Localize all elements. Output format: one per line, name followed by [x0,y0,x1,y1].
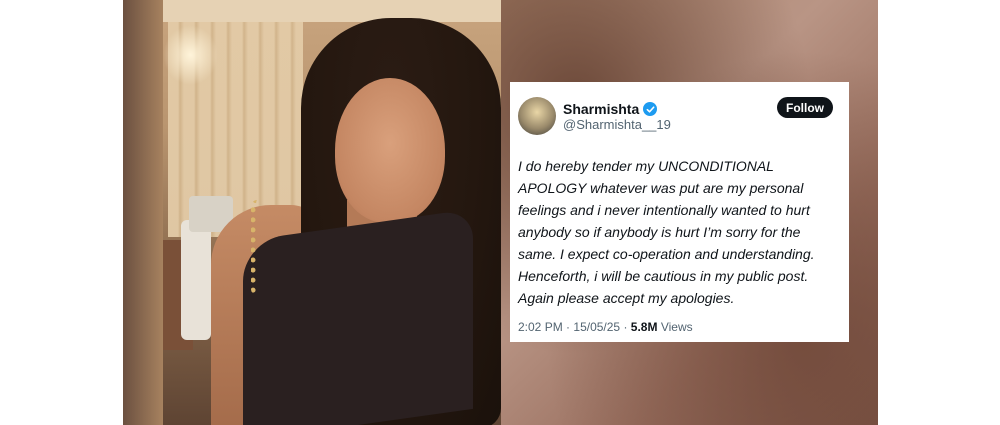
lamp-glow [163,25,218,85]
views-count: 5.8M [630,320,658,334]
author-name-row: Sharmishta [563,99,658,119]
user-handle[interactable]: @Sharmishta__19 [563,117,671,132]
composite-image: Sharmishta @Sharmishta__19 Follow I do h… [123,0,878,425]
tweet-time[interactable]: 2:02 PM [518,320,563,334]
towel [181,220,211,340]
avatar[interactable] [518,97,556,135]
wall-shadow [123,0,163,425]
tweet-text: I do hereby tender my UNCONDITIONAL APOL… [518,158,815,306]
portrait-photo [123,0,501,425]
tweet-card: Sharmishta @Sharmishta__19 Follow I do h… [510,82,849,342]
verified-check-icon [643,102,658,116]
face [335,78,445,223]
dress [243,208,473,425]
ceiling [163,0,501,22]
views-label: Views [660,320,693,334]
chain-strap [251,200,274,295]
follow-button[interactable]: Follow [777,97,833,118]
tweet-date[interactable]: 15/05/25 [573,320,620,334]
tweet-meta: 2:02 PM · 15/05/25 · 5.8M Views [518,320,693,334]
display-name[interactable]: Sharmishta [563,101,639,117]
meta-separator: · [623,320,631,334]
